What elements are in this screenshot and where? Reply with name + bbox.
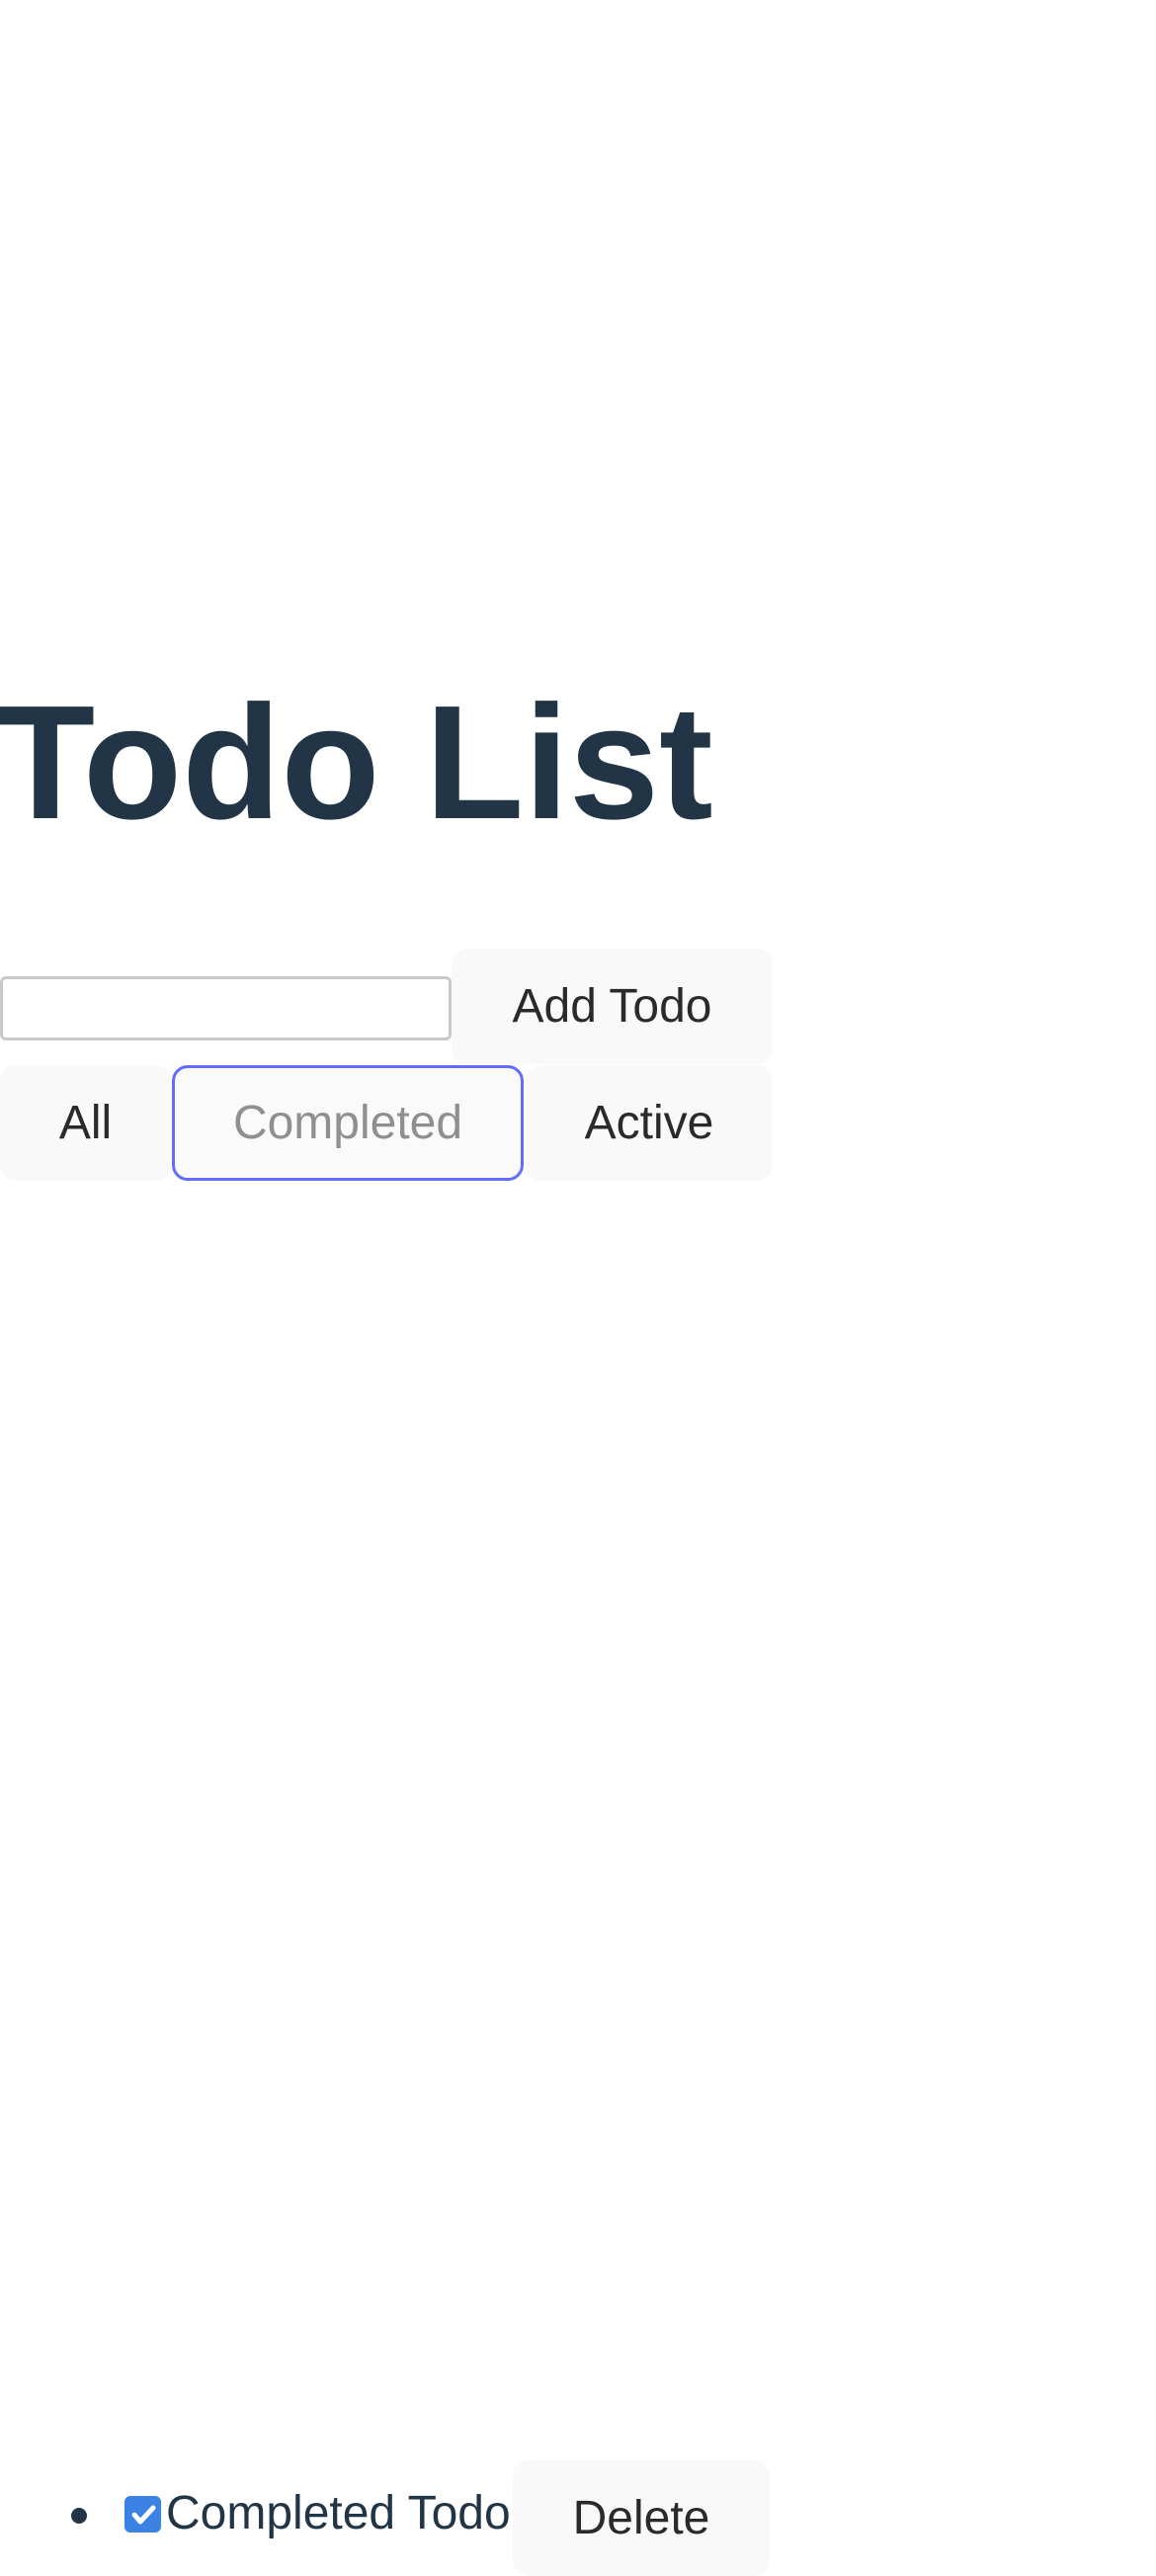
- add-todo-button[interactable]: Add Todo: [452, 949, 773, 1064]
- todo-checkbox[interactable]: [124, 2496, 161, 2533]
- checkmark-icon: [131, 2505, 155, 2524]
- new-todo-input[interactable]: [0, 976, 452, 1040]
- filter-active-button[interactable]: Active: [526, 1065, 773, 1181]
- bullet-icon: [71, 2508, 87, 2524]
- filter-all-button[interactable]: All: [0, 1065, 171, 1181]
- delete-todo-button[interactable]: Delete: [513, 2460, 770, 2576]
- todo-text: Completed Todo: [166, 2487, 511, 2539]
- page-title: Todo List: [0, 672, 713, 853]
- filter-completed-button[interactable]: Completed: [172, 1065, 524, 1181]
